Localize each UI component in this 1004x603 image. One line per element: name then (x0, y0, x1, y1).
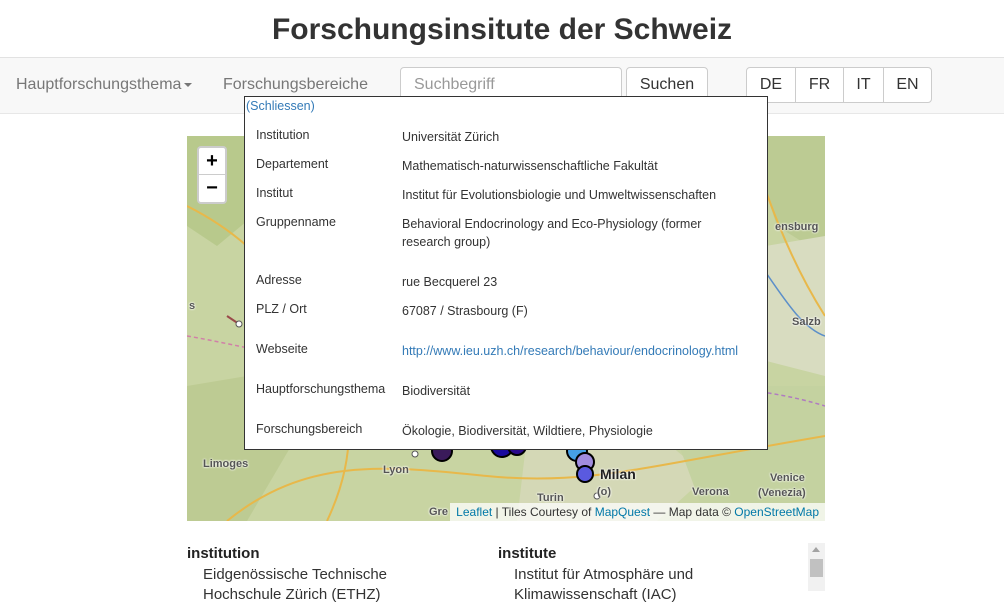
leaflet-link[interactable]: Leaflet (456, 505, 492, 519)
popup-value: Ökologie, Biodiversität, Wildtiere, Phys… (402, 424, 653, 438)
scroll-up-icon[interactable] (812, 547, 820, 552)
popup-key: Forschungsbereich (256, 422, 363, 436)
search-placeholder: Suchbegriff (414, 76, 495, 93)
list-item: Hochschule Zürich (ETHZ) (203, 586, 381, 603)
popup-value: Institut für Evolutionsbiologie und Umwe… (402, 188, 717, 202)
popup-value: Universität Zürich (402, 130, 500, 144)
popup-value: Biodiversität (402, 384, 471, 398)
map-label: (Venezia) (758, 487, 806, 499)
lang-en-button[interactable]: EN (884, 68, 931, 102)
column-header-institute: institute (498, 545, 557, 562)
language-switcher: DE FR IT EN (746, 67, 932, 103)
column-header-institution: institution (187, 545, 260, 562)
popup-key: Hauptforschungsthema (256, 382, 386, 396)
popup-value: Behavioral Endocrinology and Eco-Physiol… (402, 217, 702, 249)
main-topic-label: Hauptforschungsthema (16, 76, 182, 93)
popup-key: Webseite (256, 342, 308, 356)
zoom-in-button[interactable]: + (199, 148, 225, 175)
map-label: Salzb (792, 316, 821, 328)
map-label: s (189, 300, 196, 312)
attribution-text: | Tiles Courtesy of (492, 505, 595, 519)
map-label: ensburg (775, 221, 819, 233)
scroll-thumb[interactable] (810, 559, 823, 577)
zoom-out-button[interactable]: − (199, 175, 225, 202)
map-label: Lyon (383, 464, 409, 476)
map-label: Milan (600, 466, 636, 482)
popup-key: Adresse (256, 273, 302, 287)
list-item: Klimawissenschaft (IAC) (514, 586, 677, 603)
zoom-control: + − (197, 146, 227, 204)
map-attribution: Leaflet | Tiles Courtesy of MapQuest — M… (450, 503, 825, 521)
close-popup-link[interactable]: (Schliessen) (246, 99, 315, 113)
list-item: Institut für Atmosphäre und (514, 566, 694, 583)
popup-value: 67087 / Strasbourg (F) (402, 304, 528, 318)
popup-value: Mathematisch-naturwissenschaftliche Faku… (402, 159, 658, 173)
map-label: Venice (770, 472, 805, 484)
map-label: (o) (597, 486, 612, 498)
popup-key: Institut (256, 186, 293, 200)
openstreetmap-link[interactable]: OpenStreetMap (734, 505, 819, 519)
page-header: Forschungsinsitute der Schweiz (0, 0, 1004, 58)
popup-key: Departement (256, 157, 329, 171)
institution-popup: (Schliessen) Institution Universität Zür… (244, 96, 768, 450)
popup-value: rue Becquerel 23 (402, 275, 498, 289)
page-title: Forschungsinsitute der Schweiz (271, 13, 733, 46)
popup-key: Institution (256, 128, 310, 142)
research-areas-link[interactable]: Forschungsbereiche (223, 76, 368, 94)
main-topic-dropdown[interactable]: Hauptforschungsthema (16, 76, 193, 94)
lang-it-button[interactable]: IT (844, 68, 884, 102)
list-item: Eidgenössische Technische (203, 566, 388, 583)
map-marker[interactable] (576, 465, 594, 483)
map-label: Gre (429, 506, 448, 518)
popup-key: PLZ / Ort (256, 302, 307, 316)
list-scrollbar[interactable] (808, 543, 825, 591)
lang-fr-button[interactable]: FR (796, 68, 844, 102)
attribution-text: — Map data © (650, 505, 735, 519)
map-label: Verona (692, 486, 729, 498)
website-link[interactable]: http://www.ieu.uzh.ch/research/behaviour… (402, 342, 762, 360)
caret-down-icon (184, 82, 193, 87)
mapquest-link[interactable]: MapQuest (595, 505, 650, 519)
popup-key: Gruppenname (256, 215, 336, 229)
map-label: Limoges (203, 458, 249, 470)
